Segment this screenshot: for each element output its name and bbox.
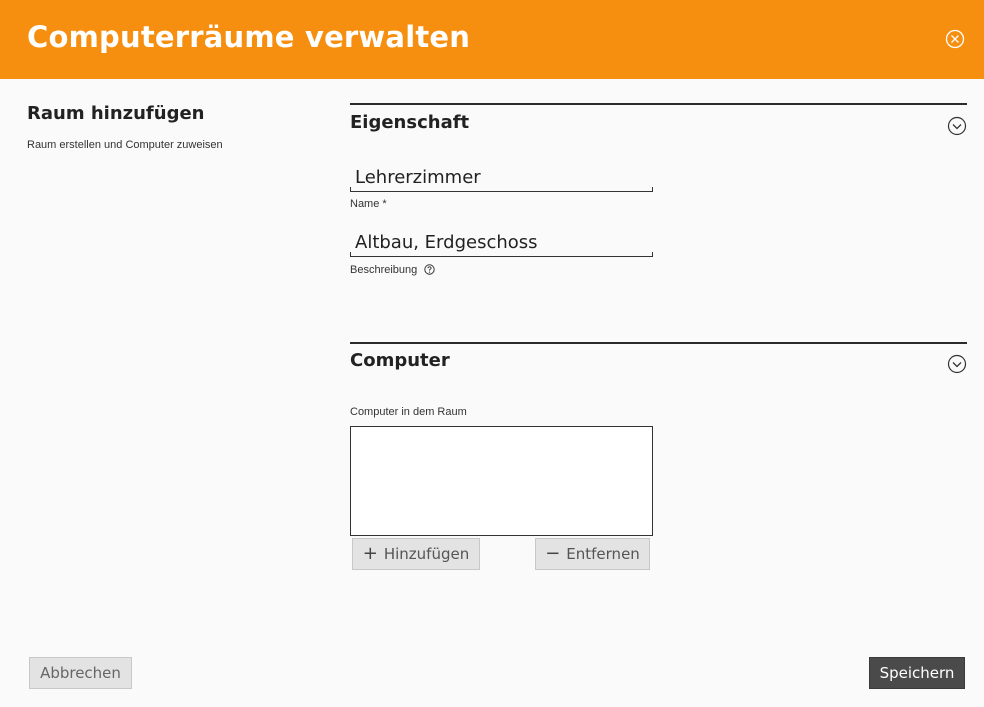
remove-computer-button[interactable]: − Entfernen [535, 538, 650, 570]
plus-icon: + [363, 545, 378, 563]
sidebar-subtitle: Raum erstellen und Computer zuweisen [27, 139, 223, 151]
description-label-row: Beschreibung [350, 264, 435, 276]
add-button-label: Hinzufügen [384, 545, 469, 563]
name-label: Name * [350, 198, 387, 210]
cancel-button[interactable]: Abbrechen [29, 657, 132, 689]
minus-icon: − [545, 545, 560, 563]
computer-list-label: Computer in dem Raum [350, 406, 467, 418]
field-edge [652, 187, 653, 192]
field-edge [350, 187, 351, 192]
chevron-down-icon[interactable] [947, 354, 967, 374]
add-computer-button[interactable]: + Hinzufügen [352, 538, 480, 570]
name-field[interactable] [350, 160, 653, 192]
computer-list[interactable] [350, 426, 653, 536]
section-divider [350, 342, 967, 344]
save-button[interactable]: Speichern [869, 657, 965, 689]
close-icon[interactable] [945, 29, 965, 49]
section-divider [350, 103, 967, 105]
chevron-down-icon[interactable] [947, 116, 967, 136]
remove-button-label: Entfernen [566, 545, 640, 563]
description-field[interactable] [350, 225, 653, 257]
section-title-properties: Eigenschaft [350, 112, 469, 133]
dialog-title: Computerräume verwalten [27, 20, 470, 54]
dialog-header: Computerräume verwalten [0, 0, 984, 79]
help-icon[interactable] [424, 264, 435, 275]
field-edge [350, 252, 351, 257]
field-edge [652, 252, 653, 257]
section-title-computers: Computer [350, 350, 450, 371]
sidebar-title: Raum hinzufügen [27, 103, 205, 124]
description-label: Beschreibung [350, 264, 417, 276]
